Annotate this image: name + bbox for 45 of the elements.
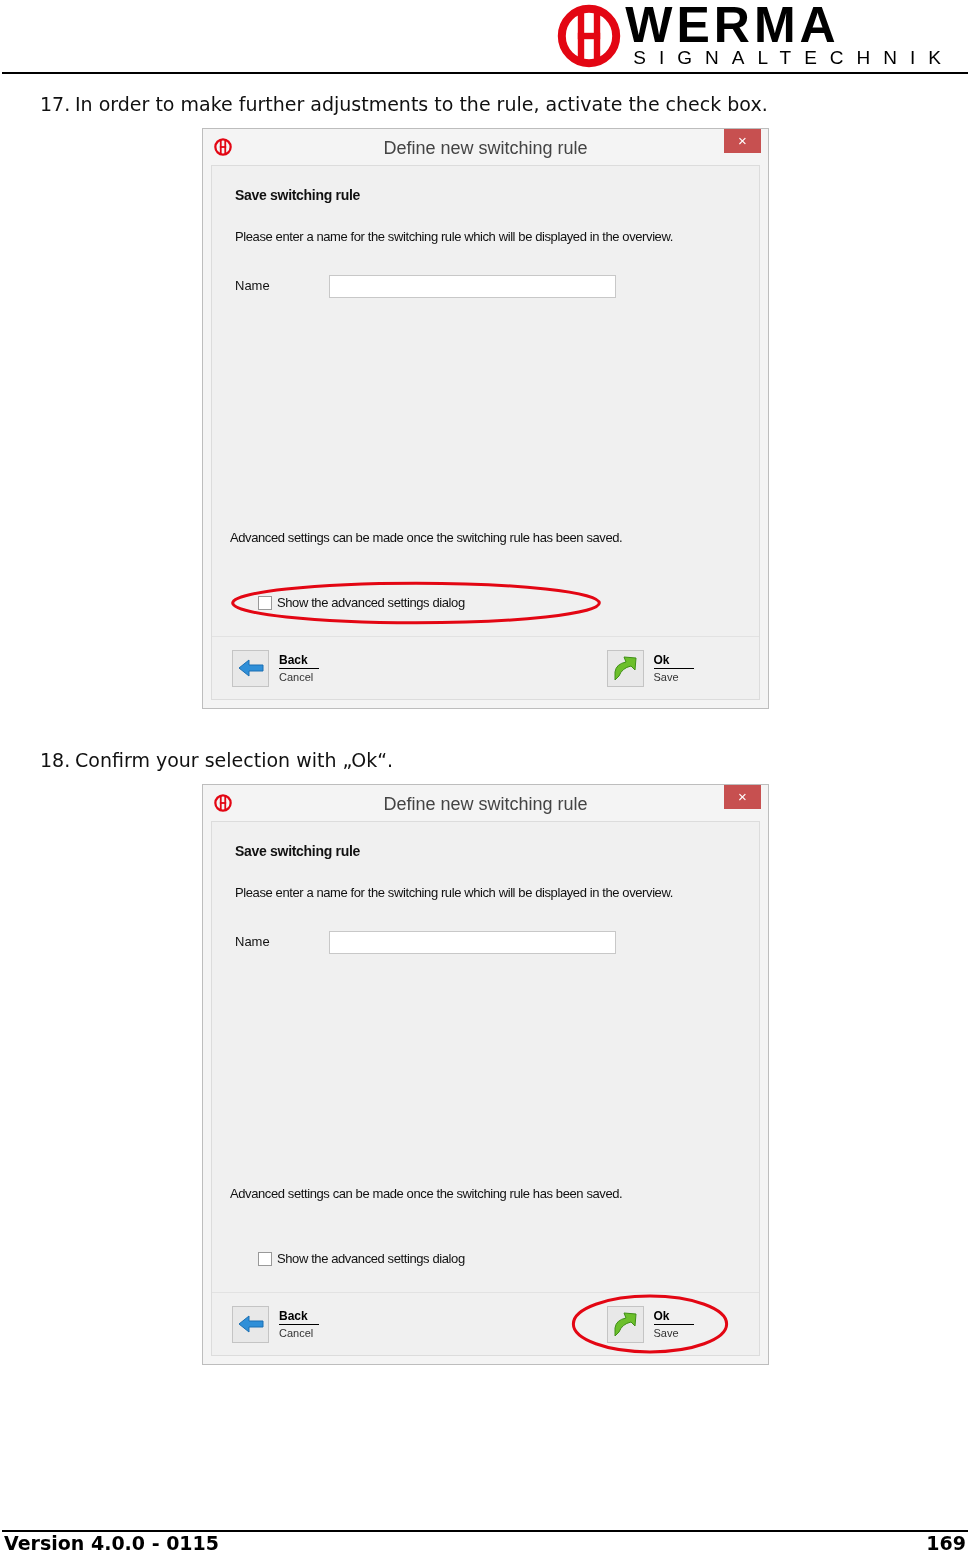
brand-name: WERMA: [625, 3, 840, 47]
window-title: Define new switching rule: [383, 793, 588, 816]
ok-button[interactable]: [606, 649, 644, 687]
back-button[interactable]: [232, 1305, 269, 1343]
button-label: Back: [279, 651, 319, 669]
step-text: In order to make further adjustments to the rule, activate the check box.: [75, 92, 768, 117]
name-input[interactable]: [329, 930, 616, 954]
name-label: Name: [235, 933, 271, 952]
back-arrow-icon: [237, 658, 264, 678]
name-input[interactable]: [329, 274, 616, 298]
app-logo-icon: [214, 794, 232, 812]
step-number: 18.: [40, 748, 72, 773]
page-number: 169: [926, 1530, 967, 1556]
window-title: Define new switching rule: [383, 137, 588, 160]
checkbox[interactable]: [258, 1252, 272, 1266]
close-button[interactable]: ×: [724, 785, 761, 809]
forward-arrow-icon: [612, 1310, 638, 1338]
version-text: Version 4.0.0 - 0115: [3, 1530, 220, 1556]
button-label: Ok: [653, 651, 694, 669]
instruction-text: Please enter a name for the switching rule which will be displayed in the overview.: [235, 228, 674, 246]
instruction-text: Please enter a name for the switching rule which will be displayed in the overview.: [235, 884, 674, 902]
button-sublabel: Cancel: [279, 669, 315, 685]
brand-tagline: SIGNALTECHNIK: [633, 47, 954, 69]
checkbox-label: Show the advanced settings dialog: [277, 594, 465, 613]
app-logo-icon: [214, 138, 232, 156]
section-heading: Save switching rule: [235, 186, 361, 205]
forward-arrow-icon: [612, 654, 638, 682]
brand-logo-icon: [557, 4, 622, 68]
step-text: Confirm your selection with „Ok“.: [75, 748, 394, 773]
section-heading: Save switching rule: [235, 842, 361, 861]
button-sublabel: Cancel: [279, 1325, 315, 1341]
button-sublabel: Save: [653, 669, 680, 685]
note-text: Advanced settings can be made once the switching rule has been saved.: [230, 528, 624, 547]
name-label: Name: [235, 277, 271, 296]
checkbox[interactable]: [258, 596, 272, 610]
ok-button[interactable]: [606, 1305, 644, 1343]
button-sublabel: Save: [653, 1325, 680, 1341]
back-button[interactable]: [232, 649, 269, 687]
close-button[interactable]: ×: [724, 129, 761, 153]
checkbox-label: Show the advanced settings dialog: [277, 1250, 465, 1269]
step-number: 17.: [40, 92, 72, 117]
button-label: Ok: [653, 1307, 694, 1325]
note-text: Advanced settings can be made once the switching rule has been saved.: [230, 1184, 624, 1203]
button-label: Back: [279, 1307, 319, 1325]
back-arrow-icon: [237, 1314, 264, 1334]
